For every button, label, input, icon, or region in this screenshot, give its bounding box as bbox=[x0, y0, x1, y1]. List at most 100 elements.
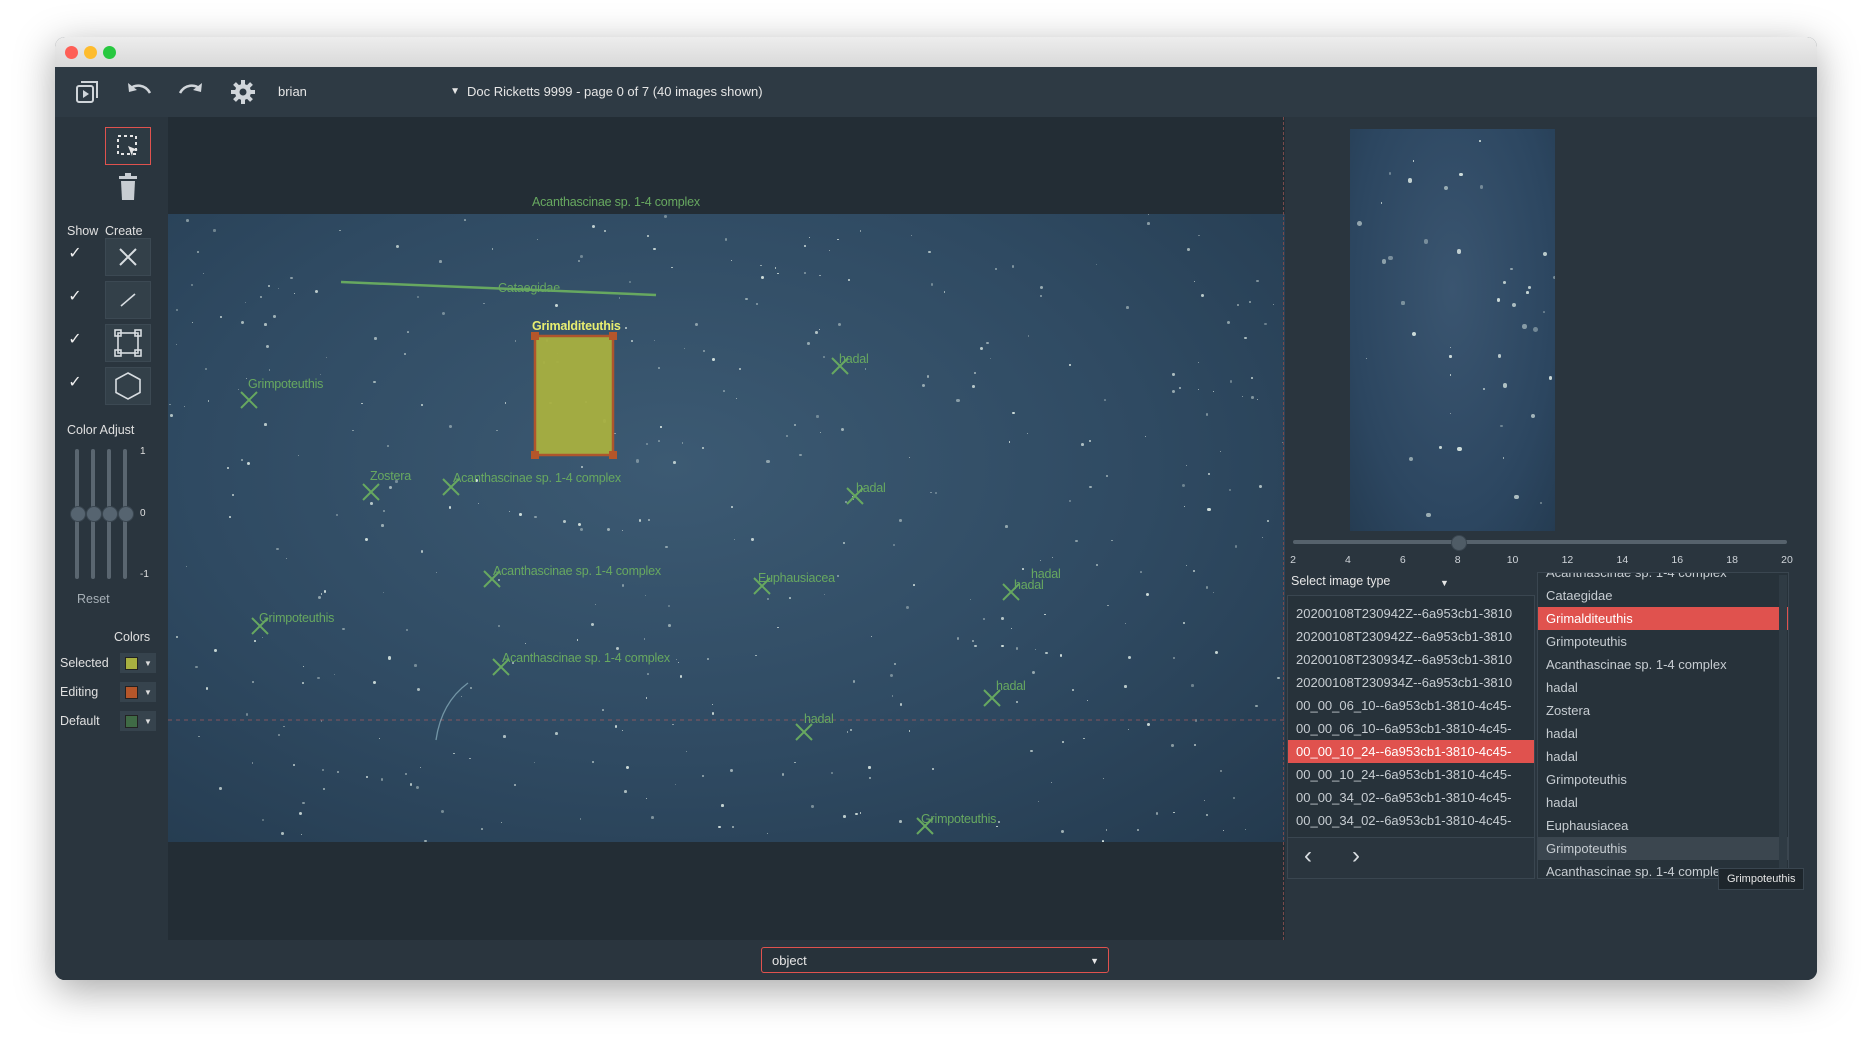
label-list-item[interactable]: Euphausiacea bbox=[1538, 814, 1788, 837]
speckle bbox=[1459, 172, 1463, 177]
redo-icon bbox=[178, 83, 202, 94]
speckle bbox=[1401, 301, 1405, 305]
speckle bbox=[1412, 160, 1415, 162]
label-list-item[interactable]: hadal bbox=[1538, 676, 1788, 699]
play-media-icon bbox=[76, 81, 98, 103]
show-polygons-checkbox[interactable]: ✓ bbox=[67, 375, 83, 391]
page-status: Doc Ricketts 9999 - page 0 of 7 (40 imag… bbox=[467, 84, 763, 99]
grimalditeuthis-label: Grimalditeuthis bbox=[532, 319, 621, 333]
slider-knob[interactable] bbox=[70, 506, 86, 522]
speckle bbox=[1502, 382, 1508, 388]
user-dropdown[interactable]: brian ▼ bbox=[270, 80, 468, 104]
label-list-item[interactable]: hadal bbox=[1538, 791, 1788, 814]
previous-page-button[interactable]: ‹ bbox=[1304, 844, 1312, 868]
reset-button[interactable]: Reset bbox=[77, 592, 110, 606]
slider-knob[interactable] bbox=[86, 506, 102, 522]
show-points-checkbox[interactable]: ✓ bbox=[67, 246, 83, 262]
slider-knob[interactable] bbox=[102, 506, 118, 522]
panel-divider[interactable] bbox=[1283, 117, 1284, 940]
image-list-item[interactable]: 00_00_34_02--6a953cb1-3810-4c45- bbox=[1288, 786, 1534, 809]
default-color-label: Default bbox=[60, 714, 100, 728]
speckle bbox=[1482, 387, 1485, 390]
slider-knob[interactable] bbox=[118, 506, 134, 522]
label-list-item[interactable]: hadal bbox=[1538, 745, 1788, 768]
selected-color-picker[interactable]: ▼ bbox=[120, 653, 156, 673]
speckle bbox=[1479, 185, 1484, 189]
image-list[interactable]: 20200108T230942Z--6a953cb1-3810 20200108T… bbox=[1287, 595, 1535, 879]
label-list-item[interactable]: hadal bbox=[1538, 722, 1788, 745]
label-list-item[interactable]: Zostera bbox=[1538, 699, 1788, 722]
editing-color-picker[interactable]: ▼ bbox=[120, 682, 156, 702]
create-polygon-button[interactable] bbox=[105, 367, 151, 405]
redo-button[interactable] bbox=[173, 75, 209, 109]
acanthascinae-label: Acanthascinae sp. 1-4 complex bbox=[453, 471, 621, 485]
selection-icon bbox=[117, 135, 138, 156]
label-list-item[interactable]: Grimalditeuthis bbox=[1538, 607, 1788, 630]
point-annotation[interactable] bbox=[238, 389, 260, 411]
image-list-item[interactable]: 00_00_34_02--6a953cb1-3810-4c45- bbox=[1288, 809, 1534, 832]
label-list-item[interactable]: Grimpoteuthis bbox=[1538, 630, 1788, 653]
settings-button[interactable] bbox=[225, 75, 261, 109]
speckle bbox=[1530, 413, 1536, 419]
media-button[interactable] bbox=[69, 75, 105, 109]
zoom-tick-label: 10 bbox=[1506, 554, 1519, 566]
close-window-button[interactable] bbox=[65, 46, 78, 59]
label-list-item[interactable]: Acanthascinae sp. 1-4 complex bbox=[1538, 653, 1788, 676]
speckle bbox=[1388, 172, 1392, 175]
show-lines-checkbox[interactable]: ✓ bbox=[67, 289, 83, 305]
label-list-item[interactable]: Cataegidae bbox=[1538, 584, 1788, 607]
default-color-picker[interactable]: ▼ bbox=[120, 711, 156, 731]
speckle bbox=[1381, 259, 1386, 264]
image-list-item[interactable]: 20200108T230934Z--6a953cb1-3810 bbox=[1288, 648, 1534, 671]
zoom-tick-label: 16 bbox=[1671, 554, 1684, 566]
next-page-button[interactable]: › bbox=[1352, 844, 1360, 868]
object-field[interactable]: object ▼ bbox=[761, 947, 1109, 973]
cataegidae-label: Cataegidae bbox=[498, 281, 560, 295]
image-list-item[interactable]: 20200108T230942Z--6a953cb1-3810 bbox=[1288, 602, 1534, 625]
zoom-slider[interactable] bbox=[1293, 540, 1787, 544]
maximize-window-button[interactable] bbox=[103, 46, 116, 59]
show-boxes-checkbox[interactable]: ✓ bbox=[67, 332, 83, 348]
speckle bbox=[1457, 446, 1463, 452]
scale-top-label: 1 bbox=[140, 446, 146, 457]
image-canvas[interactable]: Grimalditeuthis Cataegidae Grimpoteuthis… bbox=[168, 117, 1285, 940]
color-swatch bbox=[125, 685, 138, 699]
zoom-slider-knob[interactable] bbox=[1450, 535, 1467, 551]
acanthascinae-label: Acanthascinae sp. 1-4 complex bbox=[532, 195, 700, 209]
selected-color-label: Selected bbox=[60, 656, 109, 670]
delete-button[interactable] bbox=[116, 173, 140, 201]
tools-panel: Show Create ✓ ✓ ✓ ✓ Color Adjust 1 0 -1 … bbox=[55, 117, 165, 980]
speckle bbox=[1449, 346, 1451, 348]
image-type-dropdown[interactable]: Select image type ▼ bbox=[1287, 572, 1541, 596]
image-type-label: Select image type bbox=[1291, 574, 1391, 588]
label-list-item[interactable]: Acanthascinae sp. 1-4 complex bbox=[1538, 573, 1788, 584]
zoom-tick-label: 8 bbox=[1454, 554, 1461, 566]
speckle bbox=[1456, 249, 1462, 254]
grimalditeuthis-box-annotation[interactable] bbox=[533, 334, 615, 457]
label-list-item[interactable]: Grimpoteuthis bbox=[1538, 837, 1788, 860]
image-list-item[interactable]: 20200108T230942Z--6a953cb1-3810 bbox=[1288, 625, 1534, 648]
minimize-window-button[interactable] bbox=[84, 46, 97, 59]
image-list-item[interactable]: 00_00_10_24--6a953cb1-3810-4c45- bbox=[1288, 763, 1534, 786]
speckle bbox=[1527, 285, 1531, 289]
point-annotation[interactable] bbox=[360, 481, 382, 503]
pager: ‹ › bbox=[1288, 837, 1534, 878]
line-icon bbox=[120, 293, 136, 307]
zoom-tick-label: 14 bbox=[1616, 554, 1629, 566]
label-list[interactable]: Acanthascinae sp. 1-4 complex Cataegidae G… bbox=[1537, 572, 1789, 879]
speckle bbox=[1408, 456, 1414, 462]
scrollbar[interactable] bbox=[1779, 575, 1787, 875]
undo-button[interactable] bbox=[121, 75, 157, 109]
label-list-item[interactable]: Grimpoteuthis bbox=[1538, 768, 1788, 791]
image-list-item[interactable]: 20200108T230934Z--6a953cb1-3810 bbox=[1288, 671, 1534, 694]
image-list-item[interactable]: 00_00_06_10--6a953cb1-3810-4c45- bbox=[1288, 717, 1534, 740]
x-mark-icon bbox=[119, 248, 137, 266]
trash-icon bbox=[119, 173, 137, 200]
underwater-image[interactable]: Grimalditeuthis Cataegidae Grimpoteuthis… bbox=[168, 214, 1285, 842]
create-box-button[interactable] bbox=[105, 324, 151, 362]
select-tool-button[interactable] bbox=[105, 127, 151, 165]
create-point-button[interactable] bbox=[105, 238, 151, 276]
image-list-item[interactable]: 00_00_06_10--6a953cb1-3810-4c45- bbox=[1288, 694, 1534, 717]
image-list-item[interactable]: 00_00_10_24--6a953cb1-3810-4c45- bbox=[1288, 740, 1534, 763]
create-line-button[interactable] bbox=[105, 281, 151, 319]
